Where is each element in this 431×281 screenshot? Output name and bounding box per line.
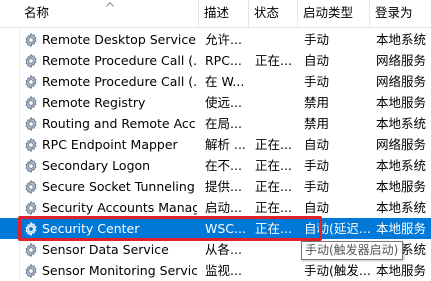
column-header-logon-as-label: 登录为: [375, 5, 413, 20]
service-gear-icon: [23, 176, 41, 197]
service-row[interactable]: Remote Desktop Service... 允许... 手动 本地系统: [0, 29, 431, 50]
service-logon-as: 本地系统: [376, 158, 427, 173]
service-description: 使远...: [205, 95, 242, 110]
service-name: Remote Procedure Call (...: [42, 53, 197, 68]
service-row[interactable]: Sensor Monitoring Service 监视... 手动(触发... 本地…: [0, 260, 431, 281]
service-status: [255, 239, 297, 260]
service-status: 正在...: [255, 179, 292, 194]
service-startup-type: 自动: [304, 137, 330, 152]
service-description: 在局...: [205, 116, 242, 131]
service-name: Remote Procedure Call (...: [42, 74, 197, 89]
service-name: Sensor Data Service: [42, 242, 169, 257]
service-status: [255, 71, 297, 92]
column-header-logon-as[interactable]: 登录为: [370, 0, 431, 27]
service-description: 在不...: [205, 158, 242, 173]
service-startup-type: 自动: [304, 53, 330, 68]
service-gear-icon: [23, 71, 41, 92]
service-row[interactable]: RPC Endpoint Mapper 解析 ... 正在... 自动 网络服务: [0, 134, 431, 155]
service-gear-icon: [23, 92, 41, 113]
service-row[interactable]: Secondary Logon 在不... 正在... 手动 本地系统: [0, 155, 431, 176]
service-logon-as: 本地系统: [376, 200, 427, 215]
service-gear-icon: [23, 197, 41, 218]
service-name: Security Accounts Manag...: [42, 200, 197, 215]
service-startup-type: 手动: [304, 74, 330, 89]
service-name: Sensor Monitoring Service: [42, 263, 197, 278]
column-header-status[interactable]: 状态: [249, 0, 298, 27]
service-status: [255, 260, 297, 281]
service-startup-type: 禁用: [304, 95, 330, 110]
service-status: [255, 113, 297, 134]
service-logon-as: 网络服务: [376, 74, 427, 89]
service-status: 正在...: [255, 53, 292, 68]
service-startup-type: 禁用: [304, 116, 330, 131]
column-header-name-label: 名称: [24, 5, 50, 20]
service-logon-as: 本地系统: [376, 116, 427, 131]
service-startup-type: 手动: [304, 158, 330, 173]
column-header-startup-type-label: 启动类型: [303, 5, 354, 20]
service-logon-as: 本地服务: [376, 263, 427, 278]
service-description: 启动...: [205, 200, 242, 215]
service-name: Remote Registry: [42, 95, 146, 110]
service-status: [255, 92, 297, 113]
service-description: 提供...: [205, 179, 242, 194]
service-gear-icon: [23, 155, 41, 176]
service-startup-type: 手动: [304, 179, 330, 194]
service-logon-as: 本地服务: [376, 179, 427, 194]
service-status: [255, 29, 297, 50]
service-description: 监视...: [205, 263, 242, 278]
service-logon-as: 本地系统: [376, 32, 427, 47]
column-header-startup-type[interactable]: 启动类型: [298, 0, 370, 27]
startup-type-tooltip: 手动(触发器启动): [301, 241, 403, 260]
service-startup-type: 手动: [304, 32, 330, 47]
service-description: 解析 ...: [205, 137, 246, 152]
column-header-description[interactable]: 描述: [199, 0, 249, 27]
service-gear-icon: [23, 134, 41, 155]
service-name: RPC Endpoint Mapper: [42, 137, 178, 152]
service-row[interactable]: Secure Socket Tunneling ... 提供... 正在... 手动 本…: [0, 176, 431, 197]
column-header-bar: 名称 描述 状态 启动类型 登录为: [0, 0, 431, 28]
selection-highlight-annotation: [18, 216, 322, 241]
service-row[interactable]: Remote Procedure Call (... 在 W... 手动 网络服务: [0, 71, 431, 92]
service-description: 从各...: [205, 242, 242, 257]
service-startup-type: 手动(触发...: [304, 263, 370, 278]
service-description: 允许...: [205, 32, 242, 47]
service-description: 在 W...: [205, 74, 245, 89]
service-row[interactable]: Remote Registry 使远... 禁用 本地服务: [0, 92, 431, 113]
service-gear-icon: [23, 50, 41, 71]
column-header-status-label: 状态: [254, 5, 280, 20]
service-row[interactable]: Routing and Remote Acc... 在局... 禁用 本地系统: [0, 113, 431, 134]
service-name: Remote Desktop Service...: [42, 32, 197, 47]
service-gear-icon: [23, 29, 41, 50]
service-startup-type: 自动: [304, 200, 330, 215]
service-name: Secondary Logon: [42, 158, 151, 173]
service-description: RPC...: [205, 53, 242, 68]
service-logon-as: 本地服务: [376, 95, 427, 110]
service-name: Secure Socket Tunneling ...: [42, 179, 197, 194]
service-gear-icon: [23, 113, 41, 134]
service-logon-as: 本地服务: [376, 221, 427, 236]
sort-ascending-icon: [106, 1, 114, 7]
service-name: Routing and Remote Acc...: [42, 116, 197, 131]
service-gear-icon: [23, 260, 41, 281]
service-status: 正在...: [255, 158, 292, 173]
column-header-description-label: 描述: [204, 5, 230, 20]
service-gear-icon: [23, 239, 41, 260]
service-status: 正在...: [255, 200, 292, 215]
service-row[interactable]: Remote Procedure Call (... RPC... 正在... 自动 网…: [0, 50, 431, 71]
service-status: 正在...: [255, 137, 292, 152]
service-logon-as: 网络服务: [376, 137, 427, 152]
service-logon-as: 网络服务: [376, 53, 427, 68]
service-row[interactable]: Security Accounts Manag... 启动... 正在... 自动 本地…: [0, 197, 431, 218]
